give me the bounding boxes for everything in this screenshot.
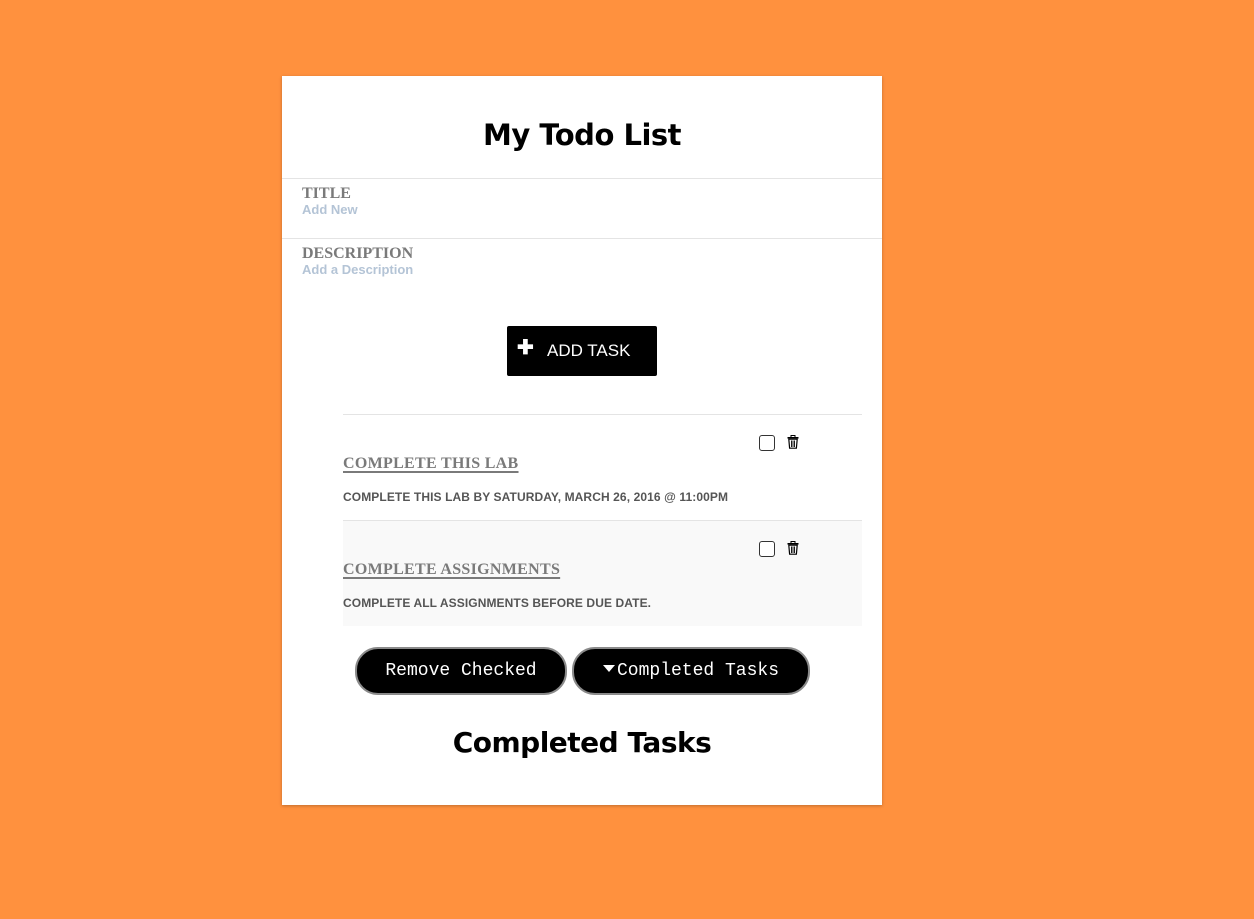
completed-tasks-toggle[interactable]: Completed Tasks — [572, 647, 810, 695]
title-field: TITLE — [282, 178, 882, 239]
completed-tasks-toggle-label: Completed Tasks — [616, 661, 780, 681]
trash-icon[interactable] — [787, 541, 799, 555]
description-input[interactable] — [302, 262, 862, 277]
title-input[interactable] — [302, 202, 862, 217]
trash-icon[interactable] — [787, 435, 799, 449]
task-item: COMPLETE THIS LAB COMPLETE THIS LAB BY S… — [343, 414, 862, 520]
description-label: DESCRIPTION — [302, 245, 414, 262]
caret-down-icon — [602, 665, 615, 672]
page-title: My Todo List — [482, 118, 682, 152]
task-description: COMPLETE THIS LAB BY SATURDAY, MARCH 26,… — [343, 490, 729, 504]
task-description: COMPLETE ALL ASSIGNMENTS BEFORE DUE DATE… — [343, 596, 652, 610]
remove-checked-button[interactable]: Remove Checked — [355, 647, 567, 695]
task-list: COMPLETE THIS LAB COMPLETE THIS LAB BY S… — [343, 414, 862, 626]
title-label: TITLE — [302, 185, 351, 202]
add-task-label: ADD TASK — [547, 341, 631, 360]
add-task-button[interactable]: ✚ ADD TASK — [507, 326, 657, 376]
remove-checked-label: Remove Checked — [385, 661, 537, 681]
description-field: DESCRIPTION — [282, 238, 882, 299]
task-title: COMPLETE THIS LAB — [343, 455, 519, 472]
todo-card: My Todo List TITLE DESCRIPTION ✚ ADD TAS… — [282, 76, 882, 805]
task-checkbox[interactable] — [759, 435, 775, 451]
task-title: COMPLETE ASSIGNMENTS — [343, 561, 561, 578]
completed-tasks-heading: Completed Tasks — [452, 726, 712, 759]
plus-icon: ✚ — [517, 337, 534, 359]
task-item: COMPLETE ASSIGNMENTS COMPLETE ALL ASSIGN… — [343, 520, 862, 626]
task-checkbox[interactable] — [759, 541, 775, 557]
